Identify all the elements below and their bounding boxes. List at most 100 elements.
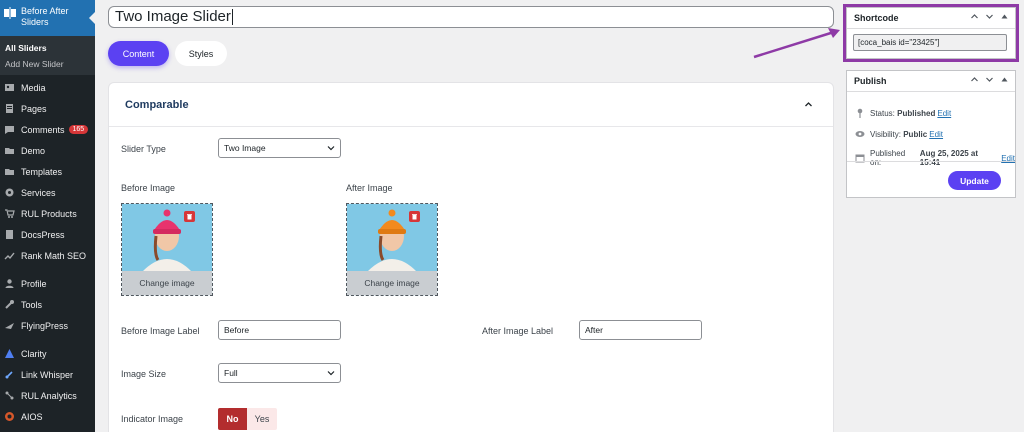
remove-before-image-button[interactable]	[184, 211, 195, 222]
edit-visibility-link[interactable]: Edit	[929, 130, 943, 139]
change-before-image-button[interactable]: Change image	[122, 271, 212, 295]
after-image-label-value: After	[585, 325, 603, 335]
eye-icon	[855, 129, 865, 139]
tab-styles[interactable]: Styles	[175, 41, 227, 66]
sidebar-item-label: FlyingPress	[21, 320, 69, 331]
image-size-label: Image Size	[121, 369, 167, 379]
before-image-label-input[interactable]: Before	[218, 320, 341, 340]
sidebar-item-link-whisper[interactable]: Link Whisper	[0, 364, 95, 385]
slider-title-value: Two Image Slider	[115, 8, 231, 25]
sidebar-item-services[interactable]: Services	[0, 182, 95, 203]
sidebar-item-label: Link Whisper	[21, 369, 74, 380]
submenu-all-sliders[interactable]: All Sliders	[0, 40, 95, 56]
sidebar-item-comments[interactable]: Comments 165	[0, 119, 95, 140]
wrench-icon	[4, 299, 15, 310]
slider-icon	[4, 7, 16, 19]
indicator-image-toggle: No Yes	[218, 408, 277, 430]
sidebar-item-aios[interactable]: AIOS	[0, 406, 95, 427]
sidebar-item-rul-products[interactable]: RUL Products	[0, 203, 95, 224]
move-up-icon[interactable]	[970, 75, 979, 84]
submenu-add-new-slider[interactable]: Add New Slider	[0, 56, 95, 72]
pin-icon	[855, 108, 865, 118]
services-icon	[4, 187, 15, 198]
before-image-preview	[122, 204, 212, 272]
slider-title-input[interactable]: Two Image Slider	[108, 6, 834, 28]
indicator-yes-button[interactable]: Yes	[247, 408, 277, 430]
chevron-up-icon[interactable]	[804, 100, 813, 111]
remove-after-image-button[interactable]	[409, 211, 420, 222]
collapse-toggle-icon[interactable]	[1000, 75, 1009, 84]
tab-content[interactable]: Content	[108, 41, 169, 66]
flyingpress-icon	[4, 320, 15, 331]
trash-icon	[412, 214, 417, 220]
analytics-icon	[4, 390, 15, 401]
rankmath-icon	[4, 250, 15, 261]
publish-box: Publish Status: Published Edit Visibilit…	[846, 70, 1016, 198]
cart-icon	[4, 208, 15, 219]
publish-date-row: Published on: Aug 25, 2025 at 15:41 Edit	[855, 149, 1015, 167]
visibility-label: Visibility:	[870, 129, 901, 139]
publish-divider	[847, 161, 1015, 162]
after-image-label-label: After Image Label	[482, 326, 554, 336]
publish-box-header: Publish	[847, 71, 1015, 92]
chevron-down-icon	[327, 371, 335, 376]
after-image-label: After Image	[346, 183, 393, 193]
change-after-image-button[interactable]: Change image	[347, 271, 437, 295]
media-icon	[4, 82, 15, 93]
sidebar-item-profile[interactable]: Profile	[0, 273, 95, 294]
sidebar-item-label: Templates	[21, 166, 63, 177]
docs-icon	[4, 229, 15, 240]
slider-type-select[interactable]: Two Image	[218, 138, 341, 158]
sidebar-item-label: Media	[21, 82, 46, 93]
comparable-panel-header[interactable]: Comparable	[109, 83, 833, 127]
sidebar-item-label: Services	[21, 187, 56, 198]
sidebar-item-tools[interactable]: Tools	[0, 294, 95, 315]
sidebar-item-clarity[interactable]: Clarity	[0, 343, 95, 364]
update-button[interactable]: Update	[948, 171, 1001, 190]
after-image-label-input[interactable]: After	[579, 320, 702, 340]
comparable-panel: Comparable Slider Type Two Image Before …	[108, 82, 834, 432]
sidebar-item-label: Rank Math SEO	[21, 250, 87, 261]
sidebar-item-pages[interactable]: Pages	[0, 98, 95, 119]
folder-icon	[4, 166, 15, 177]
image-size-value: Full	[224, 368, 238, 378]
status-value: Published	[897, 108, 936, 118]
clarity-icon	[4, 348, 15, 359]
before-image-uploader[interactable]: Change image	[121, 203, 213, 296]
sidebar-item-docspress[interactable]: DocsPress	[0, 224, 95, 245]
sidebar-item-label: RUL Analytics	[21, 390, 77, 401]
after-image-uploader[interactable]: Change image	[346, 203, 438, 296]
move-down-icon[interactable]	[985, 75, 994, 84]
link-icon	[4, 369, 15, 380]
sidebar-item-label: DocsPress	[21, 229, 65, 240]
edit-status-link[interactable]: Edit	[937, 109, 951, 118]
admin-sidebar: Before After Sliders All Sliders Add New…	[0, 0, 95, 432]
sidebar-item-label: Profile	[21, 278, 47, 289]
image-size-select[interactable]: Full	[218, 363, 341, 383]
panel-title: Comparable	[125, 98, 189, 111]
sidebar-item-templates[interactable]: Templates	[0, 161, 95, 182]
visibility-value: Public	[903, 129, 928, 139]
comments-icon	[4, 124, 15, 135]
sidebar-item-rul-analytics[interactable]: RUL Analytics	[0, 385, 95, 406]
sidebar-item-label: Tools	[21, 299, 43, 310]
after-image-preview	[347, 204, 437, 272]
pages-icon	[4, 103, 15, 114]
shield-icon	[4, 411, 15, 422]
sidebar-item-rank-math-seo[interactable]: Rank Math SEO	[0, 245, 95, 266]
indicator-no-button[interactable]: No	[218, 408, 247, 430]
slider-type-value: Two Image	[224, 143, 266, 153]
sidebar-item-media[interactable]: Media	[0, 77, 95, 98]
chevron-down-icon	[327, 146, 335, 151]
sidebar-item-flyingpress[interactable]: FlyingPress	[0, 315, 95, 336]
sidebar-item-label: Clarity	[21, 348, 47, 359]
sidebar-item-label: Demo	[21, 145, 46, 156]
publish-visibility-row: Visibility: Public Edit	[855, 129, 943, 139]
before-image-label: Before Image	[121, 183, 176, 193]
annotation-arrow-icon	[753, 28, 840, 59]
indicator-image-label: Indicator Image	[121, 414, 184, 424]
sidebar-item-label: AIOS	[21, 411, 43, 422]
sidebar-item-before-after-sliders[interactable]: Before After Sliders	[0, 0, 95, 36]
comments-count-badge: 165	[68, 125, 89, 134]
sidebar-item-demo[interactable]: Demo	[0, 140, 95, 161]
